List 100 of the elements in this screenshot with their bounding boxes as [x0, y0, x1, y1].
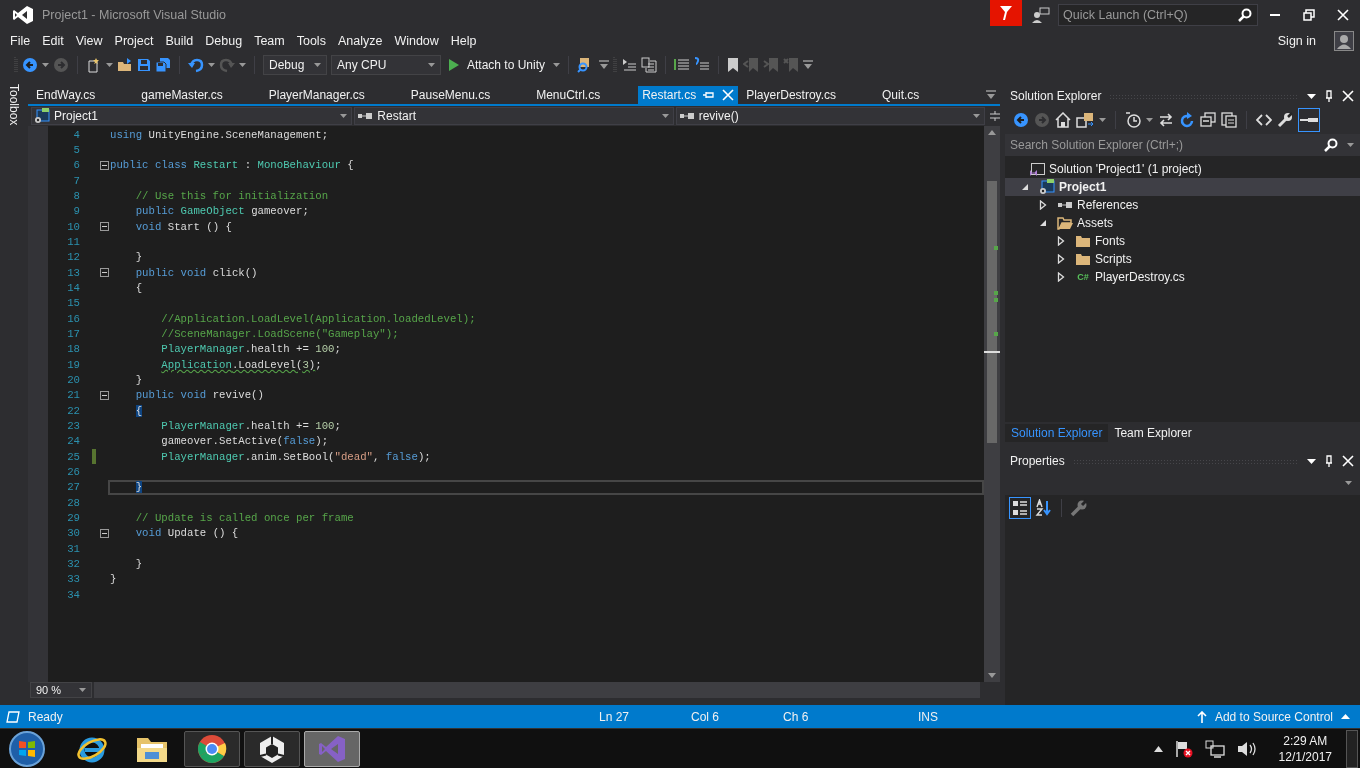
close-icon[interactable] — [1342, 455, 1354, 467]
toolbox-tab[interactable]: Toolbox — [7, 84, 21, 128]
switch-views-icon[interactable] — [1076, 112, 1094, 128]
menu-item[interactable]: Tools — [290, 34, 332, 48]
properties-icon[interactable] — [1277, 112, 1293, 128]
network-icon[interactable] — [1204, 739, 1225, 758]
collapse-icon[interactable] — [100, 160, 109, 170]
caret-icon[interactable] — [1146, 118, 1153, 122]
tree-item[interactable]: Scripts — [1095, 252, 1132, 266]
tab-list-icon[interactable] — [986, 90, 996, 100]
save-all-icon[interactable] — [155, 57, 171, 73]
volume-icon[interactable] — [1236, 739, 1257, 758]
tree-item[interactable]: PlayerDestroy.cs — [1095, 270, 1185, 284]
caret-icon[interactable] — [208, 63, 215, 67]
member-dropdown[interactable]: revive() — [675, 107, 985, 125]
expander-icon[interactable] — [1039, 219, 1047, 227]
menu-item[interactable]: Help — [444, 34, 483, 48]
start-button[interactable] — [8, 729, 46, 768]
quick-launch-field[interactable]: Quick Launch (Ctrl+Q) — [1058, 4, 1258, 26]
attach-button[interactable]: Attach to Unity — [445, 58, 550, 72]
uncomment-icon[interactable] — [694, 57, 711, 73]
refresh-icon[interactable] — [1179, 112, 1195, 128]
project-dropdown[interactable]: Project1 — [31, 107, 353, 125]
pin-icon[interactable] — [1324, 455, 1334, 467]
comment-icon[interactable] — [674, 57, 691, 73]
show-all-files-icon[interactable] — [1221, 112, 1237, 128]
scroll-down-icon[interactable] — [988, 673, 996, 678]
document-tab[interactable]: Quit.cs — [874, 86, 958, 104]
menu-item[interactable]: Build — [159, 34, 200, 48]
taskbar-button[interactable] — [184, 730, 240, 767]
caret-icon[interactable] — [553, 63, 561, 67]
menu-item[interactable]: Window — [388, 34, 445, 48]
sign-in-link[interactable]: Sign in — [1277, 34, 1316, 48]
expander-icon[interactable] — [1057, 236, 1065, 246]
search-icon[interactable] — [1238, 8, 1252, 22]
expander-icon[interactable] — [1039, 200, 1047, 210]
undo-icon[interactable] — [188, 57, 204, 73]
pending-changes-icon[interactable] — [1125, 112, 1141, 128]
document-tab[interactable]: PlayerDestroy.cs — [738, 86, 874, 104]
search-icon[interactable] — [1324, 138, 1338, 152]
caret-icon[interactable] — [239, 63, 246, 67]
clock-date[interactable]: 12/1/2017 — [1278, 748, 1332, 765]
zoom-dropdown[interactable]: 90 % — [30, 682, 92, 698]
show-hidden-icons-icon[interactable] — [1153, 745, 1163, 752]
collapse-all-icon[interactable] — [1200, 112, 1216, 128]
show-desktop-button[interactable] — [1346, 729, 1358, 768]
document-tab[interactable]: MenuCtrl.cs — [528, 86, 639, 104]
split-icon[interactable] — [990, 111, 1000, 121]
expander-icon[interactable] — [1057, 272, 1065, 282]
expander-icon[interactable] — [1057, 254, 1065, 264]
close-icon[interactable] — [1342, 90, 1354, 102]
overflow-icon[interactable] — [599, 60, 610, 70]
dropdown-icon[interactable] — [1307, 458, 1316, 464]
property-pages-icon[interactable] — [1070, 499, 1088, 517]
source-control-button[interactable]: Add to Source Control — [1196, 709, 1360, 724]
menu-item[interactable]: View — [69, 34, 109, 48]
menu-item[interactable]: Debug — [199, 34, 249, 48]
collapse-icon[interactable] — [100, 528, 109, 538]
tree-item[interactable]: Project1 — [1059, 180, 1107, 194]
action-center-icon[interactable] — [1174, 739, 1193, 758]
menu-item[interactable]: Project — [108, 34, 160, 48]
open-folder-icon[interactable] — [117, 57, 133, 73]
menu-item[interactable]: Edit — [36, 34, 70, 48]
caret-icon[interactable] — [1347, 143, 1354, 147]
collapse-icon[interactable] — [100, 222, 109, 232]
scroll-up-icon[interactable] — [988, 130, 996, 135]
new-project-icon[interactable] — [86, 57, 102, 73]
preview-button[interactable] — [1298, 108, 1320, 132]
taskbar-button[interactable] — [244, 730, 300, 767]
tree-item[interactable]: Assets — [1077, 216, 1113, 230]
document-tab[interactable]: PlayerManager.cs — [260, 86, 403, 104]
document-tab[interactable]: gameMaster.cs — [133, 86, 261, 104]
categorized-button[interactable] — [1009, 497, 1031, 519]
tree-item[interactable]: References — [1077, 198, 1139, 212]
caret-icon[interactable] — [42, 63, 49, 67]
view-code-icon[interactable] — [1256, 114, 1272, 126]
bookmark-icon[interactable] — [727, 57, 740, 73]
tree-item[interactable]: Fonts — [1095, 234, 1125, 248]
alphabetical-icon[interactable] — [1035, 499, 1053, 517]
configuration-dropdown[interactable]: Debug — [263, 55, 327, 75]
dropdown-icon[interactable] — [1307, 93, 1316, 99]
menu-item[interactable]: File — [4, 34, 37, 48]
horizontal-scrollbar[interactable] — [94, 682, 980, 698]
type-dropdown[interactable]: Restart — [354, 107, 674, 125]
collapse-icon[interactable] — [100, 390, 109, 400]
clock-time[interactable]: 2:29 AM — [1283, 732, 1328, 749]
avatar-icon[interactable] — [1334, 31, 1354, 51]
feedback-icon[interactable] — [1032, 7, 1050, 23]
document-tab[interactable]: EndWay.cs — [28, 86, 134, 104]
save-icon[interactable] — [137, 58, 151, 72]
back-icon[interactable] — [1013, 112, 1029, 128]
platform-dropdown[interactable]: Any CPU — [331, 55, 441, 75]
taskbar-button[interactable] — [304, 730, 360, 767]
document-tab[interactable]: PauseMenu.cs — [402, 86, 529, 104]
overflow-icon[interactable] — [803, 60, 814, 70]
collapse-icon[interactable] — [100, 268, 109, 278]
caret-icon[interactable] — [1099, 118, 1106, 122]
home-icon[interactable] — [1055, 112, 1071, 128]
pin-icon[interactable] — [1324, 90, 1334, 102]
sync-icon[interactable] — [1158, 112, 1174, 128]
